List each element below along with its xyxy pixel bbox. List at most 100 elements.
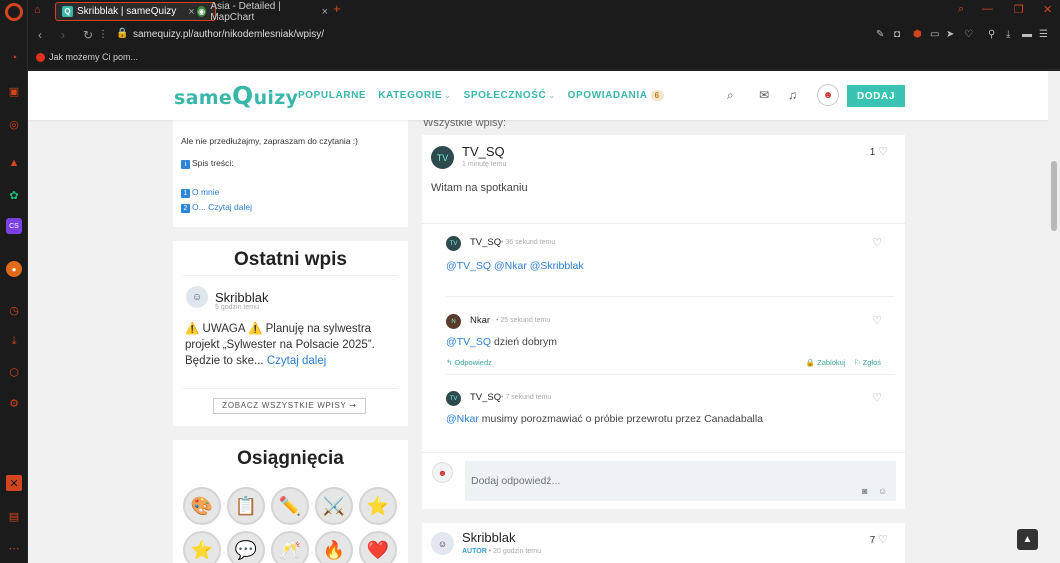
maximize-icon[interactable]: ❐ [1014, 3, 1024, 16]
camera-icon[interactable]: ◘ [894, 29, 900, 40]
adblock-icon[interactable]: ⬢ [913, 29, 922, 40]
reply-author[interactable]: TV_SQ [470, 237, 501, 248]
aria-icon[interactable]: ▲ [6, 155, 22, 171]
easy-setup-icon[interactable]: ☰ [1039, 29, 1048, 40]
tab-search-icon[interactable]: ⌕ [958, 3, 964, 16]
camera-icon[interactable]: ◙ [862, 486, 867, 496]
achievement-badge-icon[interactable]: ⭐ [359, 487, 397, 525]
heart-icon[interactable]: ♡ [872, 391, 882, 404]
like-button[interactable]: 7 ♡ [870, 533, 888, 546]
reply-button[interactable]: ↰ Odpowiedz [446, 358, 492, 367]
wallet-icon[interactable]: ▤ [6, 508, 22, 524]
avatar[interactable]: ☺ [431, 532, 454, 555]
post-time: 1 minutę temu [462, 161, 507, 168]
user-avatar[interactable]: ☻ [817, 84, 839, 106]
profile-icon[interactable]: ⚲ [988, 29, 995, 40]
mention-link[interactable]: @TV_SQ [446, 336, 491, 348]
vpn-icon[interactable]: ▭ [930, 29, 939, 40]
more-icon[interactable]: ⋯ [6, 540, 22, 556]
achievement-badge-icon[interactable]: 🥂 [271, 531, 309, 563]
reply-author[interactable]: TV_SQ [470, 392, 501, 403]
heart-icon[interactable]: ♡ [964, 29, 973, 40]
post-author[interactable]: TV_SQ [462, 144, 505, 159]
heart-icon[interactable]: ♡ [872, 236, 882, 249]
tab-title: Asia - Detailed | MapChart [210, 0, 281, 23]
avatar[interactable]: TV [446, 236, 461, 251]
speed-dial-icon[interactable]: ◔ [6, 50, 22, 66]
avatar[interactable]: TV [446, 391, 461, 406]
achievement-badge-icon[interactable]: 📋 [227, 487, 265, 525]
back-icon[interactable]: ‹ [38, 28, 42, 42]
achievement-badge-icon[interactable]: 💬 [227, 531, 265, 563]
reply-text[interactable]: @TV_SQ @Nkar @Skribblak [446, 260, 584, 272]
nav-popularne[interactable]: POPULARNE [298, 90, 366, 101]
close-tab-icon[interactable]: × [322, 6, 328, 18]
battery-icon[interactable]: ▬ [1022, 29, 1032, 40]
achievement-badge-icon[interactable]: 🔥 [315, 531, 353, 563]
mention-link[interactable]: @Nkar [446, 413, 479, 425]
main-nav: POPULARNE KATEGORIE ⌄ SPOŁECZNOŚĆ ⌄ OPOWIA… [298, 90, 664, 101]
read-more-link[interactable]: Czytaj dalej [267, 355, 326, 367]
scroll-to-top-button[interactable]: ▲ [1017, 529, 1038, 550]
home-grid-icon[interactable]: ⋮ [98, 29, 108, 40]
heart-icon[interactable]: ♡ [872, 314, 882, 327]
avatar[interactable]: N [446, 314, 461, 329]
reply-actions: ↰ Odpowiedz 🔒 Zablokuj ⚐ Zgłoś [446, 358, 891, 367]
messages-icon[interactable]: ✉ [759, 88, 769, 102]
achievement-badge-icon[interactable]: 🎨 [183, 487, 221, 525]
notifications-icon[interactable]: ♫ [788, 88, 797, 102]
reply-input[interactable] [465, 461, 896, 501]
nav-kategorie[interactable]: KATEGORIE ⌄ [378, 90, 451, 101]
history-icon[interactable]: ◷ [6, 302, 22, 318]
pinned-app-icon[interactable]: ✕ [6, 475, 22, 491]
achievement-badge-icon[interactable]: ✏️ [271, 487, 309, 525]
nav-opowiadania[interactable]: OPOWIADANIA 6 [568, 90, 664, 101]
reply-item: N Nkar • 25 sekund temu ♡ @TV_SQ dzień d… [446, 314, 891, 374]
extensions-icon[interactable]: ⬡ [6, 364, 22, 380]
achievements-grid: 🎨 📋 ✏️ ⚔️ ⭐ ⭐ 💬 🥂 🔥 ❤️ [183, 487, 403, 563]
info-icon: i [181, 160, 190, 169]
window-close-icon[interactable]: ✕ [1043, 3, 1052, 16]
read-more-link[interactable]: Czytaj dalej [208, 202, 252, 212]
post-author[interactable]: Skribblak [462, 530, 515, 545]
achievement-badge-icon[interactable]: ❤️ [359, 531, 397, 563]
reply-author[interactable]: Nkar [470, 315, 490, 326]
tab-mapchart[interactable]: ◉ Asia - Detailed | MapChart × [191, 0, 334, 23]
block-button[interactable]: 🔒 Zablokuj [806, 358, 846, 367]
downloads-icon[interactable]: ⤓ [6, 333, 22, 349]
edit-icon[interactable]: ✎ [876, 29, 884, 40]
scrollbar-thumb[interactable] [1051, 161, 1057, 231]
avatar[interactable]: TV [431, 146, 454, 169]
opera-logo-icon[interactable] [5, 3, 23, 21]
report-button[interactable]: ⚐ Zgłoś [854, 358, 881, 367]
player-icon[interactable]: ● [6, 261, 22, 277]
toc-item-2[interactable]: O... [192, 202, 206, 212]
samequizy-logo[interactable]: sameQuizy [174, 81, 298, 110]
achievement-badge-icon[interactable]: ⭐ [183, 531, 221, 563]
chatsonic-icon[interactable]: CS [6, 218, 22, 234]
chatgpt-icon[interactable]: ✿ [6, 187, 22, 203]
gamepad-icon[interactable]: ⌂ [34, 4, 41, 16]
achievement-badge-icon[interactable]: ⚔️ [315, 487, 353, 525]
download-icon[interactable]: ⤓ [1006, 29, 1010, 40]
forward-icon[interactable]: › [61, 28, 65, 42]
send-icon[interactable]: ➤ [946, 29, 954, 40]
bookmark-item[interactable]: Jak możemy Ci pom... [36, 52, 138, 62]
shopping-icon[interactable]: ▣ [6, 83, 22, 99]
settings-icon[interactable]: ⚙ [6, 395, 22, 411]
emoji-icon[interactable]: ☺ [878, 486, 887, 496]
new-tab-icon[interactable]: + [333, 1, 341, 16]
reload-icon[interactable]: ↻ [83, 28, 93, 42]
add-button[interactable]: DODAJ [847, 85, 905, 107]
nav-spolecznosc[interactable]: SPOŁECZNOŚĆ ⌄ [464, 90, 556, 101]
search-icon[interactable]: ⌕ [727, 88, 734, 103]
toc-item-1[interactable]: O mnie [192, 187, 219, 197]
see-all-posts-button[interactable]: ZOBACZ WSZYSTKIE WPISY ➞ [213, 398, 366, 414]
scrollbar[interactable] [1048, 71, 1060, 563]
url-field[interactable]: samequizy.pl/author/nikodemlesniak/wpisy… [133, 29, 324, 40]
instagram-icon[interactable]: ◎ [6, 116, 22, 132]
like-button[interactable]: 1 ♡ [870, 145, 888, 158]
toc-number-1: 1 [181, 189, 190, 198]
achievements-card: Osiągnięcia 🎨 📋 ✏️ ⚔️ ⭐ ⭐ 💬 🥂 🔥 ❤️ [173, 440, 408, 563]
minimize-icon[interactable]: — [982, 3, 993, 15]
